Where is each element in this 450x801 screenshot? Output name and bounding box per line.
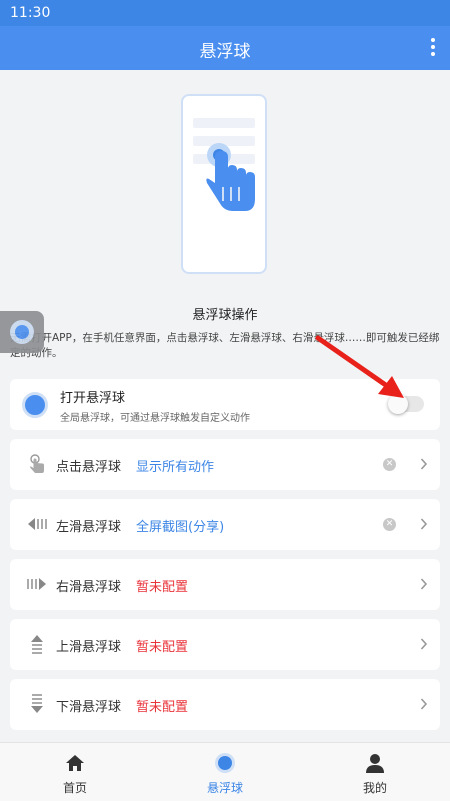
nav-float-ball[interactable]: 悬浮球: [150, 743, 300, 801]
clear-icon[interactable]: ✕: [383, 458, 396, 471]
chevron-right-icon: [420, 698, 428, 710]
swipe-up-icon: [31, 635, 43, 654]
swipe-left-icon: [28, 518, 47, 530]
clear-icon[interactable]: ✕: [383, 518, 396, 531]
action-row-swipe-left[interactable]: 左滑悬浮球 全屏截图(分享) ✕: [10, 499, 440, 550]
person-icon: [366, 754, 384, 773]
action-label: 点击悬浮球: [56, 460, 122, 475]
action-value: 暂未配置: [136, 700, 189, 715]
nav-label: 悬浮球: [206, 781, 243, 795]
tap-gesture-icon: [30, 454, 44, 473]
chevron-right-icon: [420, 578, 428, 590]
action-value: 暂未配置: [136, 580, 189, 595]
chevron-right-icon: [420, 458, 428, 470]
action-value: 暂未配置: [136, 640, 189, 655]
hero-illustration: [181, 94, 267, 274]
float-ball-icon: [22, 392, 48, 418]
swipe-down-icon: [31, 694, 43, 713]
nav-label: 我的: [362, 781, 387, 795]
chevron-right-icon: [420, 518, 428, 530]
action-row-tap[interactable]: 点击悬浮球 显示所有动作 ✕: [10, 439, 440, 490]
action-label: 右滑悬浮球: [56, 580, 122, 595]
action-value: 全屏截图(分享): [136, 520, 225, 535]
action-value: 显示所有动作: [136, 460, 215, 475]
app-bar: 悬浮球: [0, 26, 450, 70]
floating-ball[interactable]: [0, 311, 44, 353]
status-bar: 11:30: [0, 0, 450, 26]
float-ball-icon: [215, 753, 235, 773]
nav-label: 首页: [62, 781, 87, 795]
status-time: 11:30: [10, 5, 51, 21]
page-title: 悬浮球: [199, 42, 251, 62]
chevron-right-icon: [420, 638, 428, 650]
action-label: 下滑悬浮球: [56, 700, 122, 715]
action-label: 左滑悬浮球: [56, 520, 122, 535]
swipe-right-icon: [27, 578, 46, 590]
bottom-navigation: 首页 悬浮球 我的: [0, 742, 450, 801]
annotation-arrow: [315, 335, 404, 398]
toggle-subtitle: 全局悬浮球，可通过悬浮球触发自定义动作: [60, 413, 250, 424]
action-row-swipe-up[interactable]: 上滑悬浮球 暂未配置: [10, 619, 440, 670]
action-label: 上滑悬浮球: [56, 640, 122, 655]
nav-home[interactable]: 首页: [0, 743, 150, 801]
section-title: 悬浮球操作: [192, 308, 258, 323]
nav-me[interactable]: 我的: [300, 743, 450, 801]
hand-tap-icon: [206, 143, 255, 211]
action-row-swipe-right[interactable]: 右滑悬浮球 暂未配置: [10, 559, 440, 610]
more-vertical-icon[interactable]: [430, 38, 436, 58]
toggle-title: 打开悬浮球: [60, 391, 126, 406]
home-icon: [66, 755, 84, 771]
action-row-swipe-down[interactable]: 下滑悬浮球 暂未配置: [10, 679, 440, 730]
float-ball-icon: [10, 320, 34, 344]
